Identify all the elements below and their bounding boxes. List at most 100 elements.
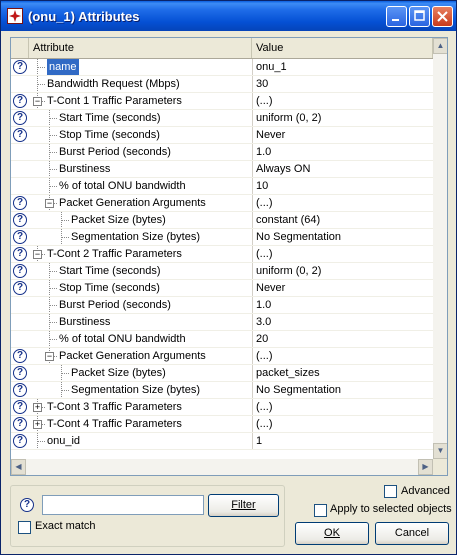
attribute-cell[interactable]: Segmentation Size (bytes) — [29, 229, 249, 246]
attribute-cell[interactable]: Bandwidth Request (Mbps) — [29, 76, 249, 93]
help-icon[interactable]: ? — [13, 417, 27, 431]
value-cell[interactable]: constant (64) — [252, 212, 433, 229]
help-icon[interactable]: ? — [13, 128, 27, 142]
attribute-cell[interactable]: name — [29, 59, 249, 76]
attribute-row[interactable]: ? − Packet Generation Arguments (...) — [11, 195, 433, 212]
value-cell[interactable]: uniform (0, 2) — [252, 110, 433, 127]
attribute-row[interactable]: ? Start Time (seconds) uniform (0, 2) — [11, 110, 433, 127]
title-bar[interactable]: (onu_1) Attributes — [1, 1, 456, 31]
attribute-cell[interactable]: Burstiness — [29, 161, 249, 178]
help-icon[interactable]: ? — [13, 434, 27, 448]
attribute-row[interactable]: ? − T-Cont 2 Traffic Parameters (...) — [11, 246, 433, 263]
attribute-row[interactable]: ? onu_id 1 — [11, 433, 433, 450]
help-icon[interactable]: ? — [13, 230, 27, 244]
attribute-cell[interactable]: Stop Time (seconds) — [29, 280, 249, 297]
value-cell[interactable]: (...) — [252, 93, 433, 110]
horizontal-scrollbar[interactable]: ◀ ▶ — [11, 459, 433, 475]
attribute-cell[interactable]: Burst Period (seconds) — [29, 144, 249, 161]
attribute-row[interactable]: ? Segmentation Size (bytes) No Segmentatio… — [11, 229, 433, 246]
help-icon[interactable]: ? — [13, 196, 27, 210]
help-icon[interactable]: ? — [13, 111, 27, 125]
attribute-row[interactable]: ? + T-Cont 4 Traffic Parameters (...) — [11, 416, 433, 433]
filter-input[interactable] — [42, 495, 204, 515]
value-cell[interactable]: uniform (0, 2) — [252, 263, 433, 280]
attribute-row[interactable]: ? name onu_1 — [11, 59, 433, 76]
scroll-up-icon[interactable]: ▲ — [433, 38, 447, 54]
advanced-checkbox[interactable] — [384, 485, 397, 498]
help-icon[interactable]: ? — [13, 213, 27, 227]
expand-icon[interactable]: + — [33, 403, 42, 412]
attribute-cell[interactable]: + T-Cont 4 Traffic Parameters — [29, 416, 249, 433]
minimize-button[interactable] — [386, 6, 407, 27]
value-cell[interactable]: (...) — [252, 416, 433, 433]
attribute-cell[interactable]: − Packet Generation Arguments — [29, 195, 249, 212]
expand-icon[interactable]: + — [33, 420, 42, 429]
value-cell[interactable]: Never — [252, 127, 433, 144]
attribute-row[interactable]: Burst Period (seconds) 1.0 — [11, 144, 433, 161]
attribute-row[interactable]: % of total ONU bandwidth 20 — [11, 331, 433, 348]
attribute-row[interactable]: ? − Packet Generation Arguments (...) — [11, 348, 433, 365]
attribute-cell[interactable]: Packet Size (bytes) — [29, 365, 249, 382]
attribute-cell[interactable]: Burstiness — [29, 314, 249, 331]
exact-match-checkbox[interactable] — [18, 521, 31, 534]
attribute-row[interactable]: Burst Period (seconds) 1.0 — [11, 297, 433, 314]
attribute-row[interactable]: ? Packet Size (bytes) constant (64) — [11, 212, 433, 229]
attribute-cell[interactable]: Burst Period (seconds) — [29, 297, 249, 314]
help-icon[interactable]: ? — [13, 264, 27, 278]
attribute-row[interactable]: % of total ONU bandwidth 10 — [11, 178, 433, 195]
apply-selected-checkbox[interactable] — [314, 504, 327, 517]
value-cell[interactable]: Never — [252, 280, 433, 297]
header-attribute[interactable]: Attribute — [29, 38, 252, 58]
value-cell[interactable]: 20 — [252, 331, 433, 348]
maximize-button[interactable] — [409, 6, 430, 27]
attribute-row[interactable]: Burstiness 3.0 — [11, 314, 433, 331]
attribute-row[interactable]: ? Start Time (seconds) uniform (0, 2) — [11, 263, 433, 280]
value-cell[interactable]: 1.0 — [252, 144, 433, 161]
header-value[interactable]: Value — [252, 38, 433, 58]
help-icon[interactable]: ? — [13, 247, 27, 261]
attribute-row[interactable]: ? + T-Cont 3 Traffic Parameters (...) — [11, 399, 433, 416]
help-icon[interactable]: ? — [13, 349, 27, 363]
value-cell[interactable]: (...) — [252, 246, 433, 263]
attribute-cell[interactable]: Start Time (seconds) — [29, 110, 249, 127]
attribute-cell[interactable]: Segmentation Size (bytes) — [29, 382, 249, 399]
attribute-row[interactable]: Bandwidth Request (Mbps) 30 — [11, 76, 433, 93]
attribute-cell[interactable]: Stop Time (seconds) — [29, 127, 249, 144]
value-cell[interactable]: 3.0 — [252, 314, 433, 331]
value-cell[interactable]: packet_sizes — [252, 365, 433, 382]
filter-help-icon[interactable]: ? — [20, 498, 34, 512]
value-cell[interactable]: (...) — [252, 195, 433, 212]
attribute-cell[interactable]: − Packet Generation Arguments — [29, 348, 249, 365]
value-cell[interactable]: 10 — [252, 178, 433, 195]
collapse-icon[interactable]: − — [45, 352, 54, 361]
attribute-row[interactable]: Burstiness Always ON — [11, 161, 433, 178]
attribute-cell[interactable]: − T-Cont 1 Traffic Parameters — [29, 93, 249, 110]
attribute-cell[interactable]: + T-Cont 3 Traffic Parameters — [29, 399, 249, 416]
value-cell[interactable]: Always ON — [252, 161, 433, 178]
scroll-left-icon[interactable]: ◀ — [11, 459, 26, 475]
collapse-icon[interactable]: − — [33, 97, 42, 106]
help-icon[interactable]: ? — [13, 281, 27, 295]
help-icon[interactable]: ? — [13, 366, 27, 380]
help-icon[interactable]: ? — [13, 400, 27, 414]
attribute-cell[interactable]: Start Time (seconds) — [29, 263, 249, 280]
collapse-icon[interactable]: − — [33, 250, 42, 259]
value-cell[interactable]: (...) — [252, 399, 433, 416]
scroll-right-icon[interactable]: ▶ — [418, 459, 433, 475]
attribute-row[interactable]: ? Packet Size (bytes) packet_sizes — [11, 365, 433, 382]
value-cell[interactable]: No Segmentation — [252, 229, 433, 246]
filter-button[interactable]: Filter — [208, 494, 279, 517]
attribute-row[interactable]: ? − T-Cont 1 Traffic Parameters (...) — [11, 93, 433, 110]
attribute-row[interactable]: ? Stop Time (seconds) Never — [11, 280, 433, 297]
vertical-scrollbar[interactable]: ▲ ▼ — [433, 38, 447, 459]
value-cell[interactable]: 1 — [252, 433, 433, 450]
attribute-cell[interactable]: % of total ONU bandwidth — [29, 178, 249, 195]
help-icon[interactable]: ? — [13, 60, 27, 74]
attribute-cell[interactable]: − T-Cont 2 Traffic Parameters — [29, 246, 249, 263]
ok-button[interactable]: OK — [295, 522, 369, 545]
attribute-cell[interactable]: onu_id — [29, 433, 249, 450]
attribute-cell[interactable]: Packet Size (bytes) — [29, 212, 249, 229]
attribute-row[interactable]: ? Stop Time (seconds) Never — [11, 127, 433, 144]
value-cell[interactable]: No Segmentation — [252, 382, 433, 399]
cancel-button[interactable]: Cancel — [375, 522, 449, 545]
